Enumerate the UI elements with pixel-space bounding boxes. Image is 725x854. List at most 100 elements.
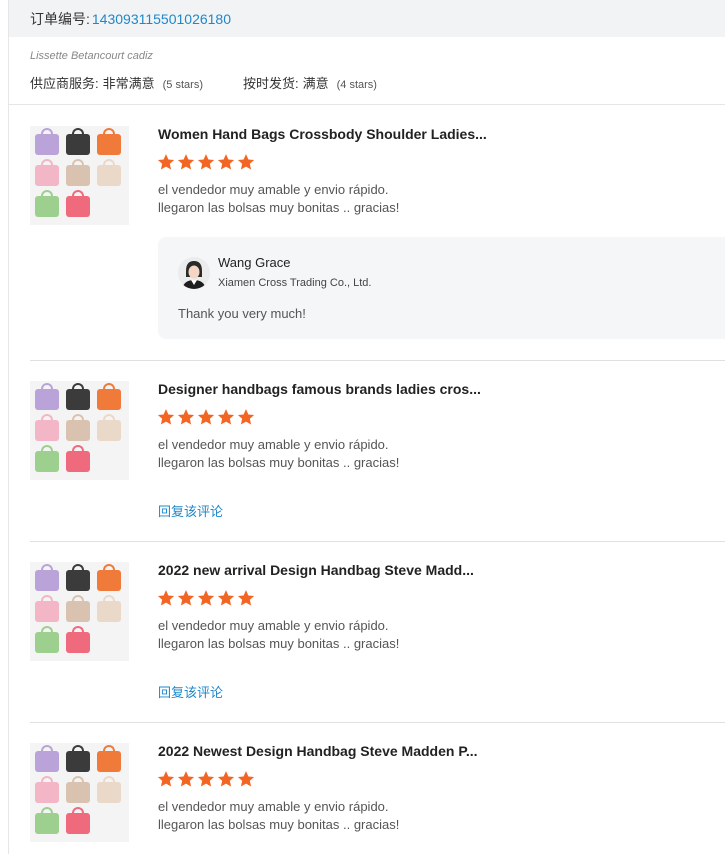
seller-company: Xiamen Cross Trading Co., Ltd. <box>218 277 372 289</box>
review-comment-line: llegaron las bolsas muy bonitas .. graci… <box>158 636 400 651</box>
star-icon <box>197 771 215 787</box>
delivery-rating: 按时发货: 满意 (4 stars) <box>243 73 377 92</box>
star-icon <box>197 154 215 170</box>
review-comment-line: el vendedor muy amable y envio rápido. <box>158 618 389 633</box>
bag-shape <box>97 601 121 622</box>
product-title[interactable]: Designer handbags famous brands ladies c… <box>158 381 518 397</box>
seller-name: Wang Grace <box>218 255 291 270</box>
reply-text: Thank you very much! <box>178 306 306 321</box>
delivery-value: 满意 <box>302 76 329 91</box>
buyer-ratings: 供应商服务: 非常满意 (5 stars) 按时发货: 满意 (4 stars) <box>30 73 377 92</box>
product-thumbnail[interactable] <box>30 126 129 225</box>
bag-shape <box>66 751 90 772</box>
bag-shape <box>66 165 90 186</box>
bag-shape <box>66 389 90 410</box>
bag-shape <box>66 632 90 653</box>
star-icon <box>157 409 175 425</box>
review-comment-line: el vendedor muy amable y envio rápido. <box>158 799 389 814</box>
product-thumbnail[interactable] <box>30 562 129 661</box>
product-title[interactable]: 2022 new arrival Design Handbag Steve Ma… <box>158 562 518 578</box>
product-title[interactable]: 2022 Newest Design Handbag Steve Madden … <box>158 743 518 759</box>
bag-shape <box>66 451 90 472</box>
buyer-name: Lissette Betancourt cadiz <box>30 50 153 62</box>
seller-reply: Wang Grace Xiamen Cross Trading Co., Ltd… <box>158 237 725 339</box>
bag-shape <box>66 782 90 803</box>
star-icon <box>197 590 215 606</box>
avatar <box>178 257 210 289</box>
star-icon <box>237 409 255 425</box>
supplier-service-value: 非常满意 <box>102 76 155 91</box>
bag-shape <box>35 165 59 186</box>
star-icon <box>197 409 215 425</box>
review-comment: el vendedor muy amable y envio rápido. l… <box>158 181 399 217</box>
header-divider <box>9 104 725 105</box>
star-icon <box>237 771 255 787</box>
order-number-link[interactable]: 143093115501026180 <box>92 11 231 27</box>
review-comment-line: llegaron las bolsas muy bonitas .. graci… <box>158 200 400 215</box>
star-icon <box>217 154 235 170</box>
review-divider <box>30 360 725 361</box>
rating-stars <box>157 589 255 607</box>
rating-stars <box>157 408 255 426</box>
review-comment: el vendedor muy amable y envio rápido. l… <box>158 798 399 834</box>
bag-shape <box>66 420 90 441</box>
bag-shape <box>66 570 90 591</box>
bag-shape <box>66 196 90 217</box>
star-icon <box>177 154 195 170</box>
review-comment-line: llegaron las bolsas muy bonitas .. graci… <box>158 817 400 832</box>
bag-shape <box>35 389 59 410</box>
review-comment-line: llegaron las bolsas muy bonitas .. graci… <box>158 455 400 470</box>
bag-shape <box>97 134 121 155</box>
bag-shape <box>97 389 121 410</box>
review-comment: el vendedor muy amable y envio rápido. l… <box>158 436 399 472</box>
star-icon <box>217 590 235 606</box>
bag-shape <box>35 570 59 591</box>
bag-shape <box>97 751 121 772</box>
product-title[interactable]: Women Hand Bags Crossbody Shoulder Ladie… <box>158 126 518 142</box>
supplier-service-stars: (5 stars) <box>162 79 203 91</box>
review-comment-line: el vendedor muy amable y envio rápido. <box>158 182 389 197</box>
product-thumbnail[interactable] <box>30 381 129 480</box>
order-number-label: 订单编号: <box>30 10 90 27</box>
star-icon <box>157 771 175 787</box>
bag-shape <box>66 601 90 622</box>
review-comment-line: el vendedor muy amable y envio rápido. <box>158 437 389 452</box>
bag-shape <box>97 165 121 186</box>
star-icon <box>177 409 195 425</box>
delivery-label: 按时发货: <box>242 76 299 91</box>
rating-stars <box>157 770 255 788</box>
bag-shape <box>35 134 59 155</box>
bag-shape <box>35 451 59 472</box>
bag-shape <box>97 420 121 441</box>
star-icon <box>237 154 255 170</box>
star-icon <box>217 771 235 787</box>
bag-shape <box>66 813 90 834</box>
bag-shape <box>35 196 59 217</box>
review-divider <box>30 722 725 723</box>
bag-shape <box>35 420 59 441</box>
bag-shape <box>97 782 121 803</box>
star-icon <box>237 590 255 606</box>
product-thumbnail[interactable] <box>30 743 129 842</box>
star-icon <box>157 154 175 170</box>
bag-shape <box>97 570 121 591</box>
order-header: 订单编号: 143093115501026180 <box>9 0 725 37</box>
bag-shape <box>35 632 59 653</box>
star-icon <box>177 771 195 787</box>
delivery-stars: (4 stars) <box>336 79 377 91</box>
bag-shape <box>66 134 90 155</box>
bag-shape <box>35 601 59 622</box>
supplier-service-rating: 供应商服务: 非常满意 (5 stars) <box>30 73 203 92</box>
rating-stars <box>157 153 255 171</box>
star-icon <box>177 590 195 606</box>
review-comment: el vendedor muy amable y envio rápido. l… <box>158 617 399 653</box>
bag-shape <box>35 751 59 772</box>
review-divider <box>30 541 725 542</box>
bag-shape <box>35 813 59 834</box>
reply-comment-link[interactable]: 回复该评论 <box>158 501 223 520</box>
page-left-border <box>8 0 9 854</box>
bag-shape <box>35 782 59 803</box>
reply-comment-link[interactable]: 回复该评论 <box>158 682 223 701</box>
supplier-service-label: 供应商服务: <box>30 76 99 91</box>
star-icon <box>217 409 235 425</box>
